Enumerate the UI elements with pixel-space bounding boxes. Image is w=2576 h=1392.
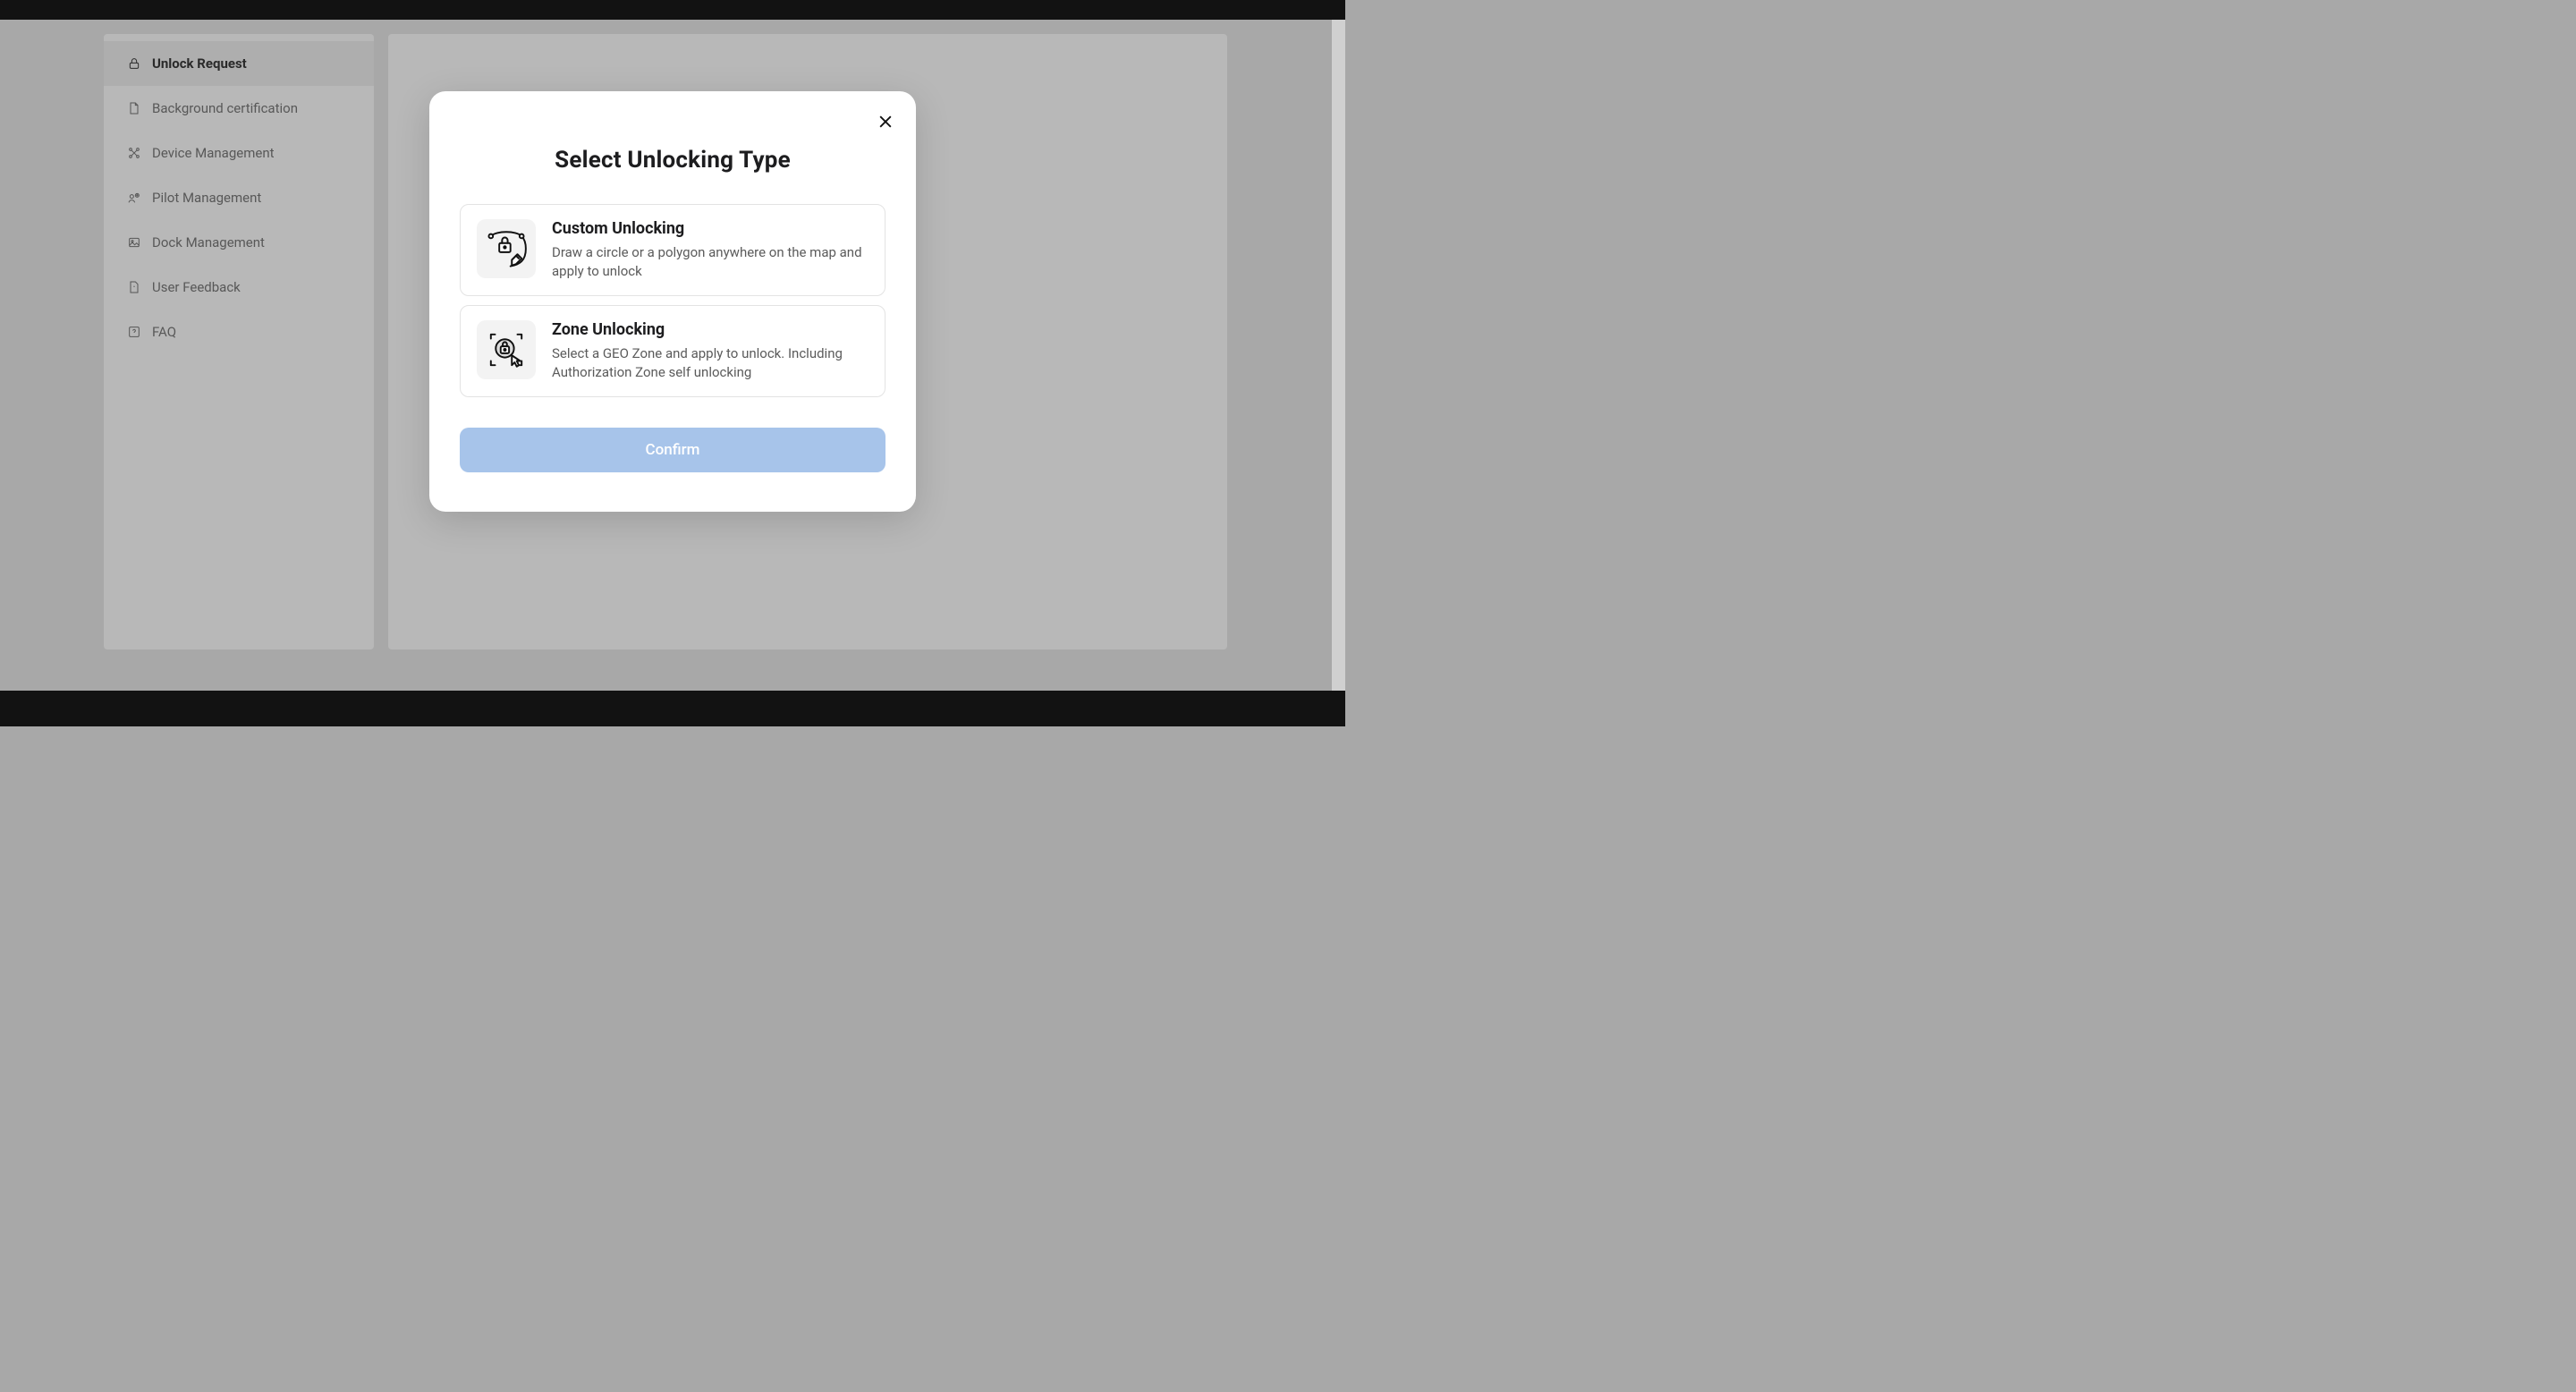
pilot-icon (127, 191, 141, 205)
zone-unlocking-icon (477, 320, 536, 379)
option-title: Custom Unlocking (552, 219, 869, 238)
sidebar-item-unlock-request[interactable]: Unlock Request (104, 41, 374, 86)
lock-icon (127, 56, 141, 71)
custom-unlocking-icon (477, 219, 536, 278)
option-custom-unlocking[interactable]: Custom Unlocking Draw a circle or a poly… (460, 204, 886, 296)
sidebar-item-label: FAQ (152, 324, 176, 340)
select-unlocking-type-modal: Select Unlocking Type Custom Unlocking D… (429, 91, 916, 512)
feedback-icon (127, 280, 141, 294)
option-desc: Draw a circle or a polygon anywhere on t… (552, 243, 869, 281)
sidebar-item-device-management[interactable]: Device Management (104, 131, 374, 175)
option-zone-unlocking[interactable]: Zone Unlocking Select a GEO Zone and app… (460, 305, 886, 397)
confirm-button[interactable]: Confirm (460, 428, 886, 472)
sidebar-item-pilot-management[interactable]: Pilot Management (104, 175, 374, 220)
right-strip (1332, 20, 1345, 691)
sidebar-item-label: Background certification (152, 100, 298, 116)
sidebar: Unlock Request Background certification … (104, 34, 374, 649)
file-icon (127, 101, 141, 115)
modal-title: Select Unlocking Type (460, 147, 886, 174)
help-icon (127, 325, 141, 339)
sidebar-item-label: Device Management (152, 145, 275, 161)
option-title: Zone Unlocking (552, 320, 869, 339)
close-button[interactable] (877, 113, 894, 131)
sidebar-item-background-certification[interactable]: Background certification (104, 86, 374, 131)
drone-icon (127, 146, 141, 160)
sidebar-item-label: Dock Management (152, 234, 265, 250)
bottom-footer (0, 691, 1345, 726)
sidebar-item-label: User Feedback (152, 279, 241, 295)
sidebar-item-faq[interactable]: FAQ (104, 310, 374, 354)
top-header (0, 0, 1345, 20)
sidebar-item-label: Pilot Management (152, 190, 261, 206)
image-icon (127, 235, 141, 250)
sidebar-item-user-feedback[interactable]: User Feedback (104, 265, 374, 310)
option-desc: Select a GEO Zone and apply to unlock. I… (552, 344, 869, 382)
sidebar-item-label: Unlock Request (152, 55, 247, 72)
sidebar-item-dock-management[interactable]: Dock Management (104, 220, 374, 265)
